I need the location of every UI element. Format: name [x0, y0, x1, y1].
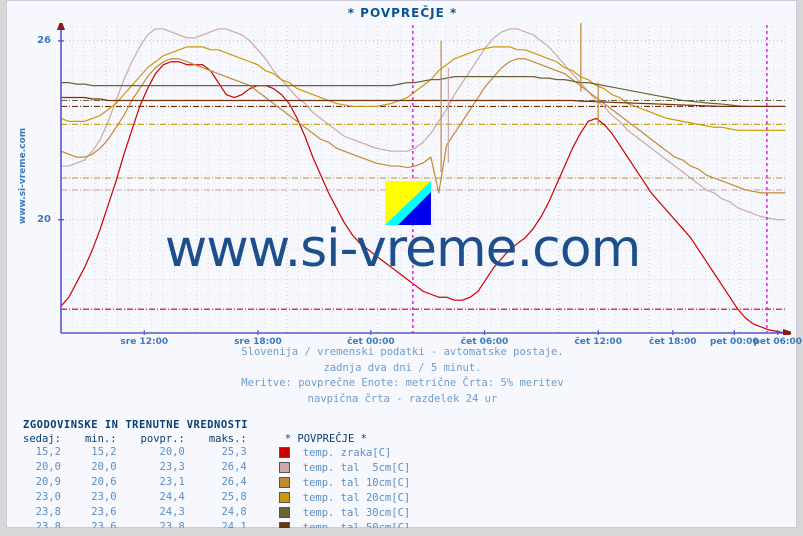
values-table-body: 15,2 15,2 20,0 25,3 temp. zraka[C] 20,0 20,0 23… [23, 445, 411, 535]
cell-maks: 25,3 [221, 446, 247, 458]
series-line-2 [60, 58, 786, 194]
series-color-swatch [271, 505, 299, 520]
y-axis-tick-label: 20 [37, 213, 51, 225]
table-row: 23,8 23,6 24,3 24,8 temp. tal 30cm[C] [23, 505, 411, 520]
values-table-container: ZGODOVINSKE IN TRENUTNE VREDNOSTI sedaj:… [23, 419, 783, 535]
legend-swatch-icon [278, 492, 290, 503]
values-table: sedaj: min.: povpr.: maks.: * POVPREČJE … [23, 433, 410, 535]
series-label: temp. tal 5cm[C] [302, 461, 411, 474]
subtitle-line-3: Meritve: povprečne Enote: metrične Črta:… [241, 377, 564, 389]
cell-sedaj: 20,9 [35, 476, 61, 488]
si-vreme-logo [385, 181, 431, 225]
cell-sedaj: 20,0 [35, 461, 61, 473]
cell-povpr: 20,0 [159, 446, 185, 458]
y-axis-tick-label: 26 [37, 34, 51, 46]
table-row: 20,0 20,0 23,3 26,4 temp. tal 5cm[C] [23, 460, 411, 475]
cell-sedaj: 23,8 [35, 506, 61, 518]
window-bottom-strip [6, 528, 797, 536]
col-header-povpr: povpr.: [140, 433, 185, 445]
series-color-swatch [271, 490, 299, 505]
chart-svg [57, 23, 791, 335]
table-row: 20,9 20,6 23,1 26,4 temp. tal 10cm[C] [23, 475, 411, 490]
subtitle-line-4: navpična črta - razdelek 24 ur [307, 392, 498, 405]
cell-povpr: 24,3 [159, 506, 185, 518]
axis-layer [57, 23, 791, 335]
table-row: 23,0 23,0 24,4 25,8 temp. tal 20cm[C] [23, 490, 411, 505]
cell-min: 15,2 [91, 446, 117, 458]
series-label: temp. tal 10cm[C] [302, 476, 411, 489]
col-header-min: min.: [84, 433, 117, 445]
cell-povpr: 23,3 [159, 461, 185, 473]
cell-min: 23,6 [91, 506, 117, 518]
legend-swatch-icon [278, 447, 290, 458]
screenshot-root: * POVPREČJE * www.si-vreme.com 20 26 sre … [0, 0, 803, 536]
series-label: temp. tal 20cm[C] [302, 491, 411, 504]
cell-povpr: 23,1 [159, 476, 185, 488]
col-header-maks: maks.: [208, 433, 247, 445]
cell-min: 20,0 [91, 461, 117, 473]
values-table-heading: ZGODOVINSKE IN TRENUTNE VREDNOSTI [23, 419, 249, 431]
cell-maks: 26,4 [221, 461, 247, 473]
chart-card: * POVPREČJE * www.si-vreme.com 20 26 sre … [6, 0, 802, 534]
col-header-series: * POVPREČJE * [284, 433, 367, 445]
legend-swatch-icon [278, 507, 290, 518]
series-color-swatch [271, 475, 299, 490]
plot-area [55, 23, 791, 335]
series-label: temp. tal 30cm[C] [302, 506, 411, 519]
day-divider-layer [412, 25, 768, 333]
cell-maks: 26,4 [221, 476, 247, 488]
subtitle-line-2: zadnja dva dni / 5 minut. [323, 361, 482, 374]
cell-povpr: 24,4 [159, 491, 185, 503]
cell-min: 20,6 [91, 476, 117, 488]
series-layer [60, 23, 786, 334]
subtitle-line-1: Slovenija / vremenski podatki - avtomats… [241, 346, 564, 358]
series-color-swatch [271, 460, 299, 475]
grid-layer [60, 25, 786, 333]
values-table-header-row: sedaj: min.: povpr.: maks.: * POVPREČJE … [23, 433, 410, 445]
cell-maks: 25,8 [221, 491, 247, 503]
series-color-swatch [271, 445, 299, 460]
chart-subtitle: Slovenija / vremenski podatki - avtomats… [7, 345, 798, 407]
legend-swatch-icon [278, 477, 290, 488]
table-row: 15,2 15,2 20,0 25,3 temp. zraka[C] [23, 445, 410, 460]
col-header-sedaj: sedaj: [23, 433, 61, 445]
cell-min: 23,0 [91, 491, 117, 503]
cell-sedaj: 15,2 [35, 446, 61, 458]
cell-sedaj: 23,0 [35, 491, 61, 503]
series-label: temp. zraka[C] [302, 446, 392, 459]
cell-maks: 24,8 [221, 506, 247, 518]
page-title: * POVPREČJE * [347, 6, 458, 20]
legend-swatch-icon [278, 462, 290, 473]
